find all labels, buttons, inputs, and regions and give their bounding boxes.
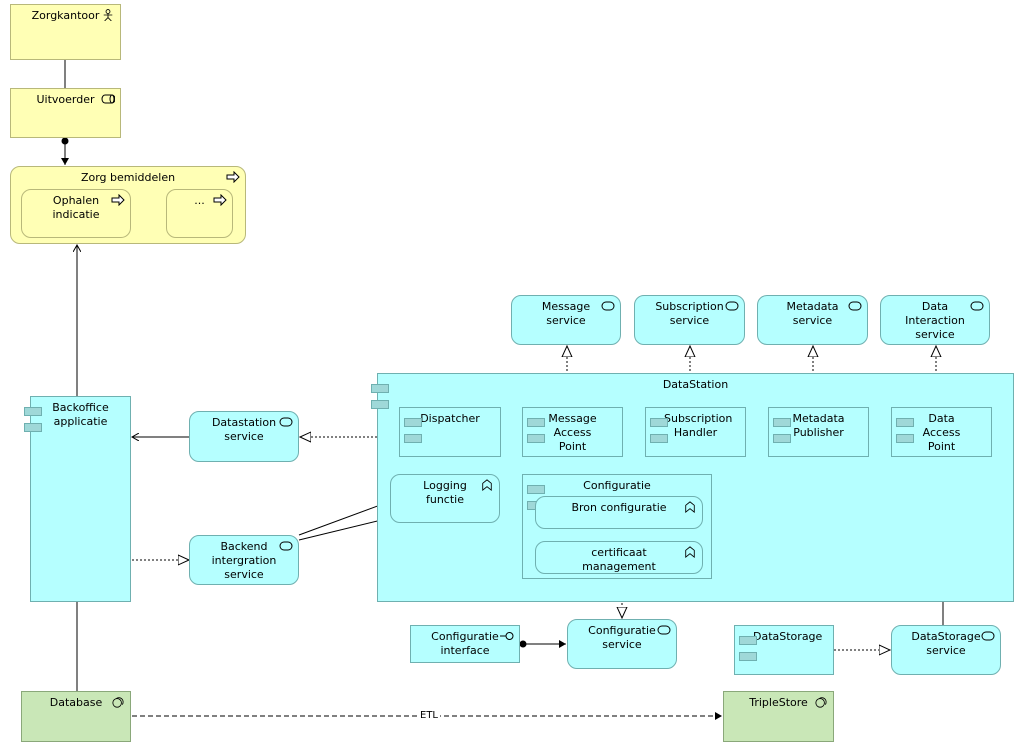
- component-icon: [527, 485, 545, 494]
- data-access-point[interactable]: Data Access Point: [891, 407, 992, 457]
- process-icon: [111, 194, 125, 206]
- component-icon: [527, 418, 545, 427]
- element-label: certificaat management: [582, 546, 656, 573]
- element-label: Message Access Point: [548, 412, 597, 453]
- component-icon: [404, 434, 422, 443]
- process-icon: [226, 171, 240, 183]
- triplestore[interactable]: TripleStore: [723, 691, 834, 742]
- service-icon: [279, 417, 293, 427]
- bron-configuratie[interactable]: Bron configuratie: [535, 496, 703, 529]
- component-icon: [896, 434, 914, 443]
- subscription-service[interactable]: Subscription service: [634, 295, 745, 345]
- actor-icon: [103, 9, 113, 21]
- component-icon: [896, 418, 914, 427]
- zorgkantoor[interactable]: Zorgkantoor: [10, 4, 121, 60]
- subscription-handler[interactable]: Subscription Handler: [645, 407, 746, 457]
- component-icon: [371, 384, 389, 393]
- component-icon: [24, 407, 42, 416]
- service-icon: [981, 631, 995, 641]
- data-interaction-service[interactable]: Data Interaction service: [880, 295, 990, 345]
- component-icon: [24, 423, 42, 432]
- element-label: Configuratie: [583, 479, 651, 492]
- component-icon: [527, 434, 545, 443]
- function-icon: [685, 501, 695, 513]
- element-label: Bron configuratie: [571, 501, 667, 514]
- component-icon: [650, 434, 668, 443]
- element-label: Data Access Point: [922, 412, 961, 453]
- component-icon: [739, 636, 757, 645]
- datastation-service[interactable]: Datastation service: [189, 411, 299, 462]
- message-service[interactable]: Message service: [511, 295, 621, 345]
- metadata-publisher[interactable]: Metadata Publisher: [768, 407, 869, 457]
- element-label: DataStation: [662, 378, 729, 391]
- service-icon: [725, 301, 739, 311]
- system-software-icon: [112, 697, 124, 708]
- system-software-icon: [815, 697, 827, 708]
- component-icon: [773, 418, 791, 427]
- metadata-service[interactable]: Metadata service: [757, 295, 868, 345]
- function-icon: [685, 546, 695, 558]
- interface-icon: [500, 632, 514, 640]
- datastorage[interactable]: DataStorage: [734, 625, 834, 675]
- role-icon: [101, 94, 115, 104]
- function-icon: [482, 479, 492, 491]
- message-access-point[interactable]: Message Access Point: [522, 407, 623, 457]
- component-icon: [650, 418, 668, 427]
- component-icon: [371, 400, 389, 409]
- backoffice[interactable]: Backoffice applicatie: [24, 396, 131, 602]
- ellipsis[interactable]: ...: [166, 189, 233, 238]
- ophalen-indicatie[interactable]: Ophalen indicatie: [21, 189, 131, 238]
- configuratie-service[interactable]: Configuratie service: [567, 619, 677, 669]
- service-icon: [657, 625, 671, 635]
- uitvoerder[interactable]: Uitvoerder: [10, 88, 121, 138]
- database[interactable]: Database: [21, 691, 131, 742]
- dispatcher[interactable]: Dispatcher: [399, 407, 501, 457]
- component-icon: [773, 434, 791, 443]
- service-icon: [601, 301, 615, 311]
- service-icon: [279, 541, 293, 551]
- backend-service[interactable]: Backend intergration service: [189, 535, 299, 585]
- certificaat-management[interactable]: certificaat management: [535, 541, 703, 574]
- datastorage-service[interactable]: DataStorage service: [891, 625, 1001, 675]
- service-icon: [848, 301, 862, 311]
- etl-label: ETL: [418, 710, 440, 721]
- service-icon: [970, 301, 984, 311]
- element-label: Backoffice applicatie: [52, 401, 109, 428]
- element-label: Zorg bemiddelen: [80, 171, 176, 184]
- process-icon: [213, 194, 227, 206]
- logging-functie[interactable]: Logging functie: [390, 474, 500, 523]
- component-icon: [404, 418, 422, 427]
- configuratie-interface[interactable]: Configuratie interface: [410, 625, 520, 663]
- component-icon: [739, 652, 757, 661]
